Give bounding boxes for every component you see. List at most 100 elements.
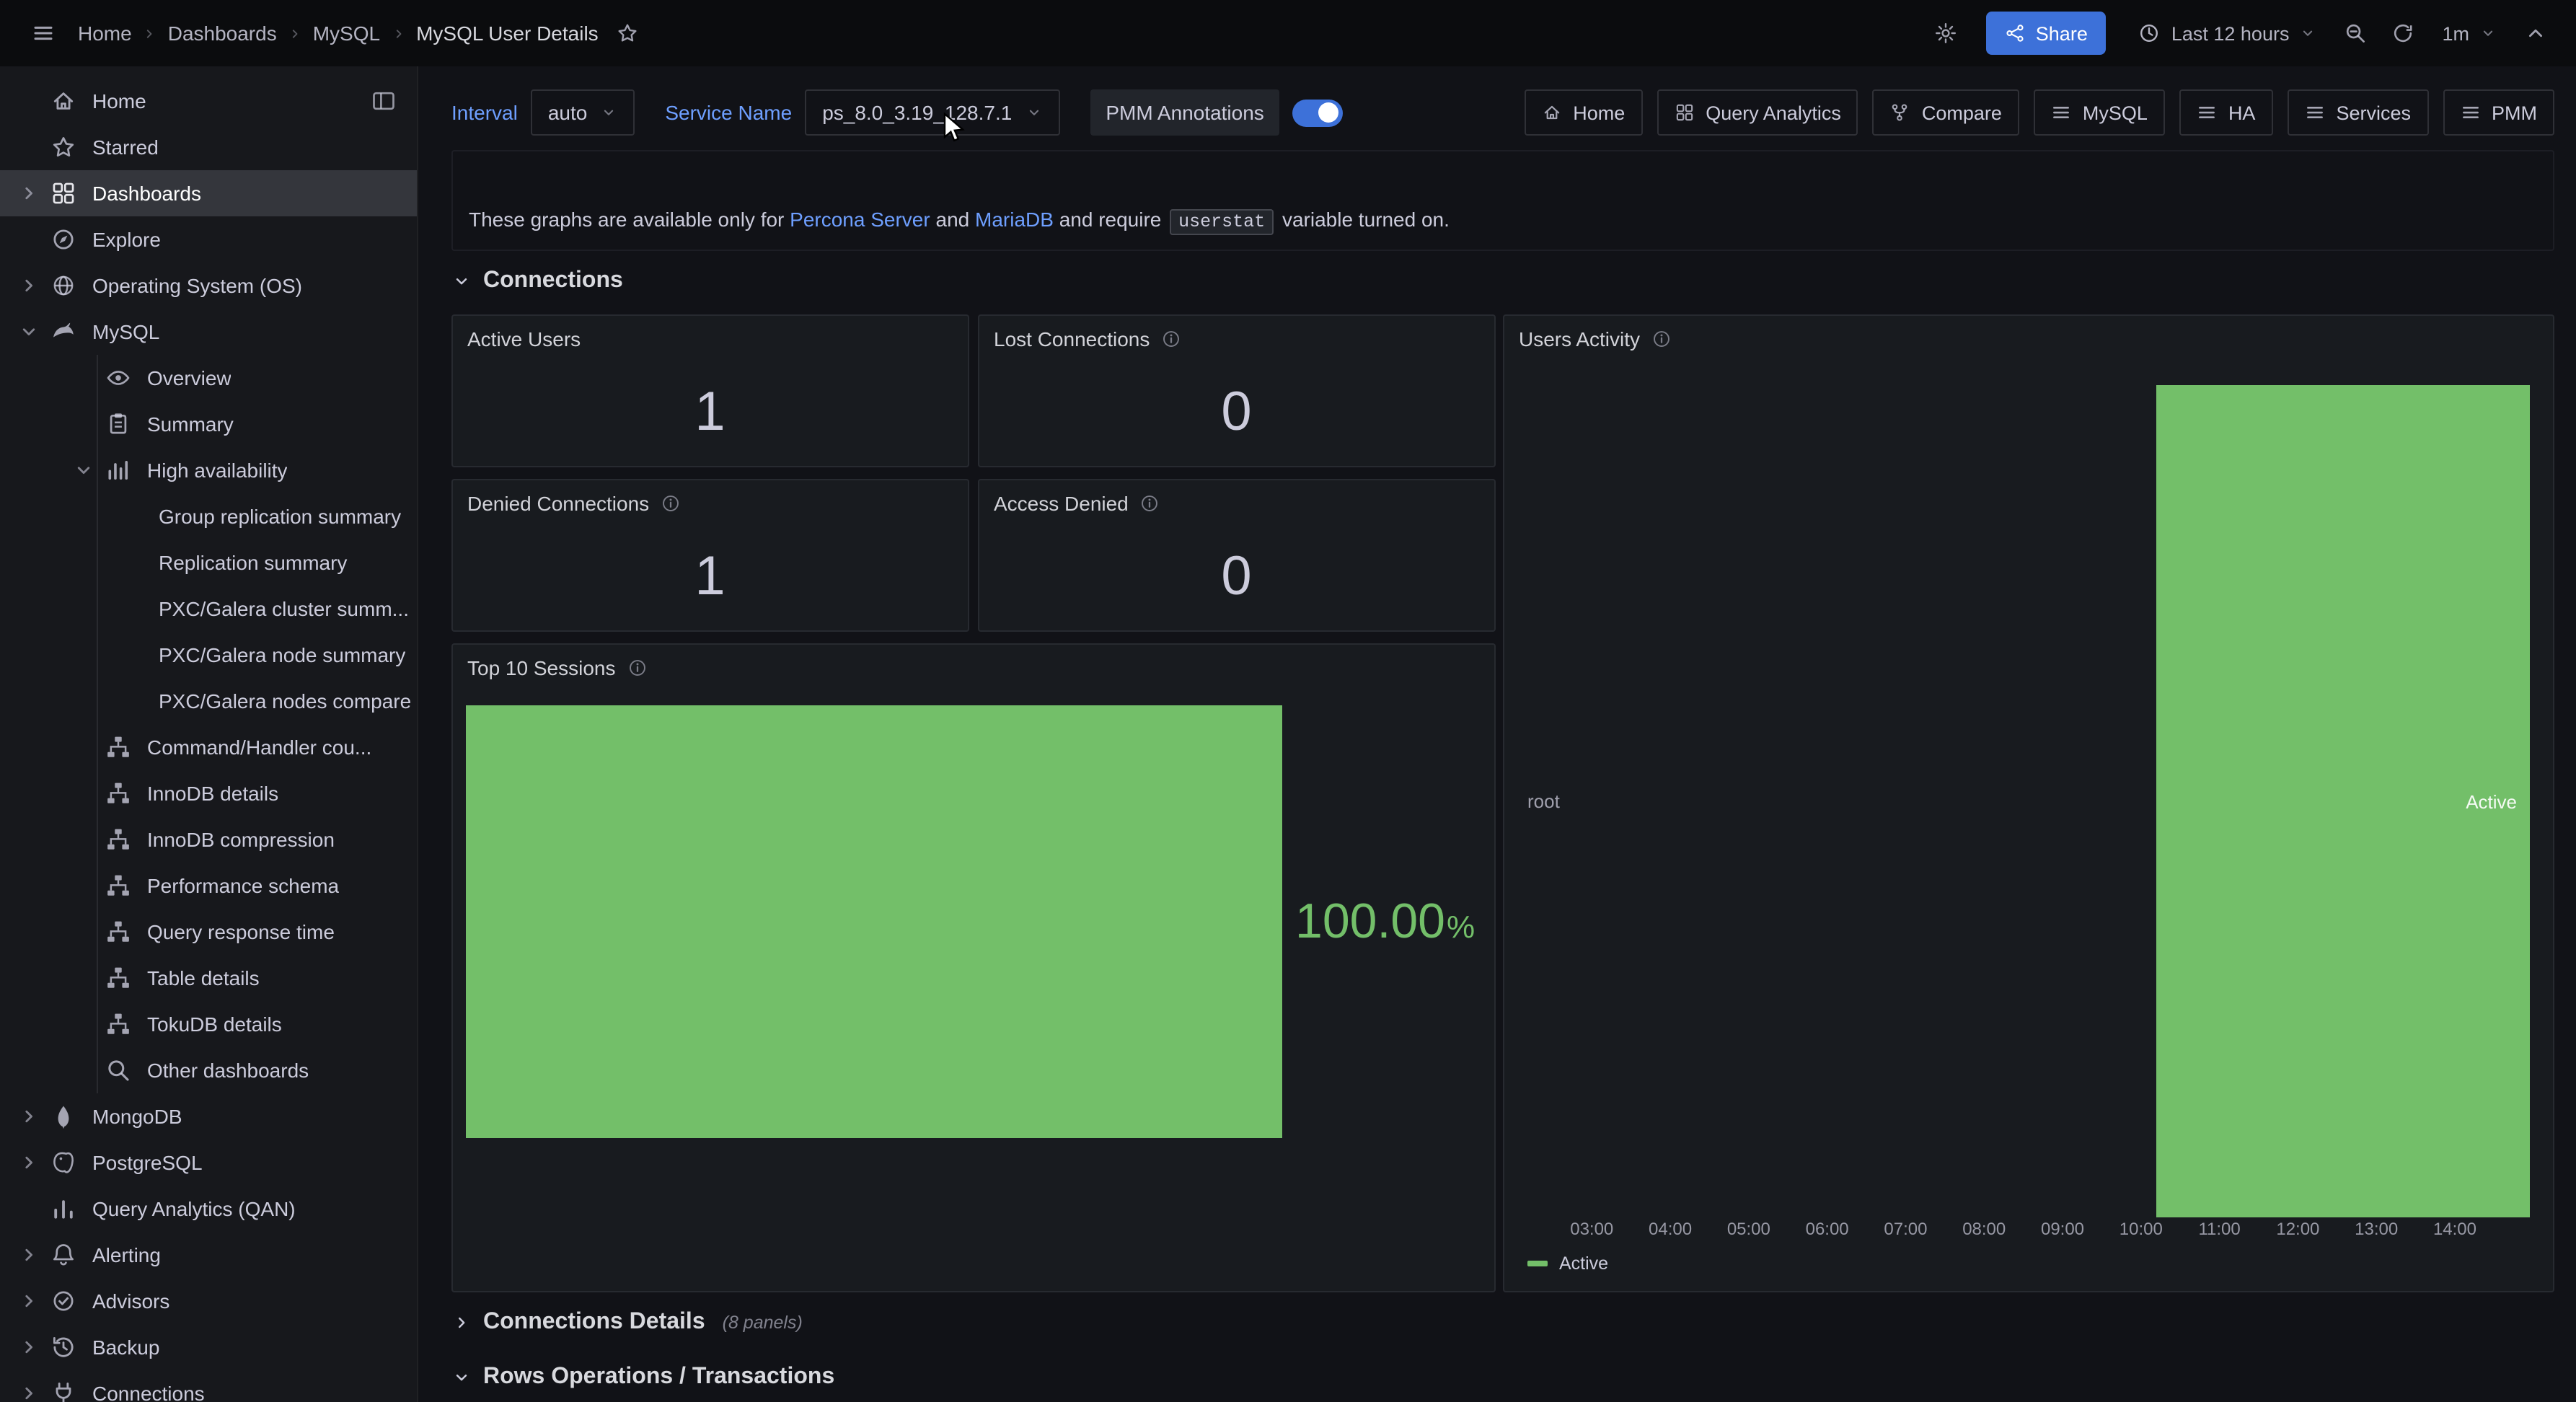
sidebar-item-mysql-overview[interactable]: Overview	[0, 355, 417, 401]
sidebar-item-ha-pxc-galera-nodes-compare[interactable]: PXC/Galera nodes compare	[0, 678, 417, 724]
sidebar-item-ha-pxc-galera-cluster-summary[interactable]: PXC/Galera cluster summ...	[0, 586, 417, 632]
home-link-button[interactable]: Home	[1524, 89, 1642, 136]
panel-header[interactable]: Denied Connections	[453, 480, 968, 526]
percona-server-link[interactable]: Percona Server	[790, 208, 930, 231]
sidebar-item-label: Group replication summary	[159, 505, 401, 528]
sidebar-item-mysql-table-details[interactable]: Table details	[0, 955, 417, 1001]
interval-value: auto	[548, 101, 588, 124]
panel-header[interactable]: Lost Connections	[979, 316, 1494, 362]
sidebar-item-label: Backup	[92, 1336, 159, 1359]
section-connections-details[interactable]: Connections Details (8 panels)	[451, 1304, 2554, 1341]
chevron-right-icon[interactable]	[17, 1289, 40, 1313]
top-sessions-unit: %	[1447, 908, 1475, 945]
chevron-down-icon	[451, 271, 472, 291]
breadcrumb-home[interactable]: Home	[78, 22, 132, 45]
chevron-right-icon[interactable]	[17, 274, 40, 297]
share-button[interactable]: Share	[1987, 12, 2107, 55]
sidebar-item-ha-replication-summary[interactable]: Replication summary	[0, 539, 417, 586]
sidebar-item-label: PXC/Galera cluster summ...	[159, 597, 409, 620]
sidebar-item-ha-pxc-galera-node-summary[interactable]: PXC/Galera node summary	[0, 632, 417, 678]
pmm-link-button[interactable]: PMM	[2443, 89, 2554, 136]
users-activity-bar-label: Active	[2466, 790, 2517, 812]
ha-link-button[interactable]: HA	[2179, 89, 2273, 136]
panel-header[interactable]: Top 10 Sessions	[453, 645, 1494, 691]
panel-title-text: Denied Connections	[467, 492, 649, 515]
sidebar-item-explore[interactable]: Explore	[0, 216, 417, 263]
pmm-annotations-toggle[interactable]	[1293, 99, 1344, 126]
collapse-topbar-button[interactable]	[2515, 13, 2556, 53]
sidebar-item-mysql-high-availability[interactable]: High availability	[0, 447, 417, 493]
chevron-right-icon[interactable]	[17, 1105, 40, 1128]
users-activity-plot[interactable]: Active	[1571, 385, 2530, 1217]
favorite-star-button[interactable]	[607, 13, 648, 53]
sidebar-item-query-analytics-qan[interactable]: Query Analytics (QAN)	[0, 1186, 417, 1232]
sidebar-item-ha-group-replication-summary[interactable]: Group replication summary	[0, 493, 417, 539]
sidebar-item-advisors[interactable]: Advisors	[0, 1278, 417, 1324]
mega-menu-toggle[interactable]	[23, 13, 63, 53]
chevron-spacer	[17, 1197, 40, 1220]
sidebar-item-mysql-summary[interactable]: Summary	[0, 401, 417, 447]
sidebar-item-starred[interactable]: Starred	[0, 124, 417, 170]
sidebar-item-operating-system[interactable]: Operating System (OS)	[0, 263, 417, 309]
x-axis-tick: 11:00	[2198, 1219, 2240, 1239]
services-link-button[interactable]: Services	[2287, 89, 2428, 136]
sidebar-item-mysql-innodb-details[interactable]: InnoDB details	[0, 770, 417, 816]
panel-header[interactable]: Access Denied	[979, 480, 1494, 526]
refresh-interval-picker[interactable]: 1m	[2430, 12, 2508, 55]
sidebar-item-mysql-performance-schema[interactable]: Performance schema	[0, 863, 417, 909]
sidebar-item-dashboards[interactable]: Dashboards	[0, 170, 417, 216]
chevron-right-icon[interactable]	[17, 1336, 40, 1359]
section-connections[interactable]: Connections	[451, 263, 2554, 300]
sidebar-item-connections[interactable]: Connections	[0, 1370, 417, 1402]
sidebar-item-mysql[interactable]: MySQL	[0, 309, 417, 355]
panels-count: (8 panels)	[723, 1313, 803, 1333]
sidebar-item-mysql-command-handler-counters[interactable]: Command/Handler cou...	[0, 724, 417, 770]
sidebar-item-alerting[interactable]: Alerting	[0, 1232, 417, 1278]
x-axis-tick: 03:00	[1570, 1219, 1613, 1239]
time-range-picker[interactable]: Last 12 hours	[2127, 12, 2329, 55]
sidebar-item-label: Overview	[147, 366, 231, 389]
info-icon[interactable]	[627, 658, 647, 678]
breadcrumb-mysql[interactable]: MySQL	[313, 22, 380, 45]
chevron-right-icon[interactable]	[17, 182, 40, 205]
chevron-right-icon[interactable]	[17, 1382, 40, 1402]
dashboard-settings-button[interactable]	[1926, 13, 1967, 53]
sidebar-item-mongodb[interactable]: MongoDB	[0, 1093, 417, 1139]
breadcrumb-dashboards[interactable]: Dashboards	[168, 22, 277, 45]
refresh-button[interactable]	[2383, 13, 2423, 53]
mariadb-link[interactable]: MariaDB	[975, 208, 1054, 231]
top-navbar: Home Dashboards MySQL MySQL User Details…	[0, 0, 2576, 66]
sidebar-item-mysql-query-response-time[interactable]: Query response time	[0, 909, 417, 955]
chevron-right-icon[interactable]	[17, 1151, 40, 1174]
sidebar-item-mysql-tokudb-details[interactable]: TokuDB details	[0, 1001, 417, 1047]
users-activity-legend[interactable]: Active	[1527, 1253, 1608, 1274]
compare-link-button[interactable]: Compare	[1873, 89, 2019, 136]
top-sessions-bar[interactable]	[466, 705, 1282, 1138]
info-icon[interactable]	[1161, 329, 1181, 349]
chevron-up-icon	[2524, 22, 2547, 45]
service-name-variable-select[interactable]: ps_8.0_3.19_128.7.1	[805, 89, 1059, 136]
info-icon[interactable]	[1140, 493, 1160, 513]
compass-icon	[50, 226, 76, 252]
info-icon[interactable]	[661, 493, 681, 513]
users-activity-bar[interactable]: Active	[2156, 385, 2530, 1217]
chevron-down-icon[interactable]	[72, 459, 95, 482]
panel-title-text: Users Activity	[1519, 327, 1640, 350]
sidebar-item-postgresql[interactable]: PostgreSQL	[0, 1139, 417, 1186]
chevron-down-icon[interactable]	[17, 320, 40, 343]
panel-header[interactable]: Active Users	[453, 316, 968, 362]
sidebar-item-mysql-other-dashboards[interactable]: Other dashboards	[0, 1047, 417, 1093]
sidebar-item-home[interactable]: Home	[0, 78, 417, 124]
panel-header[interactable]: Users Activity	[1504, 316, 2553, 362]
query-analytics-link-button[interactable]: Query Analytics	[1657, 89, 1858, 136]
chevron-right-icon[interactable]	[17, 1243, 40, 1266]
zoom-out-button[interactable]	[2335, 13, 2376, 53]
info-icon[interactable]	[1651, 329, 1672, 349]
sidebar-item-mysql-innodb-compression[interactable]: InnoDB compression	[0, 816, 417, 863]
mysql-link-button[interactable]: MySQL	[2034, 89, 2165, 136]
section-rows-operations[interactable]: Rows Operations / Transactions	[451, 1359, 2554, 1396]
dock-menu-icon[interactable]	[371, 88, 397, 114]
sidebar-item-backup[interactable]: Backup	[0, 1324, 417, 1370]
panel-access-denied: Access Denied 0	[978, 479, 1496, 632]
interval-variable-select[interactable]: auto	[531, 89, 635, 136]
